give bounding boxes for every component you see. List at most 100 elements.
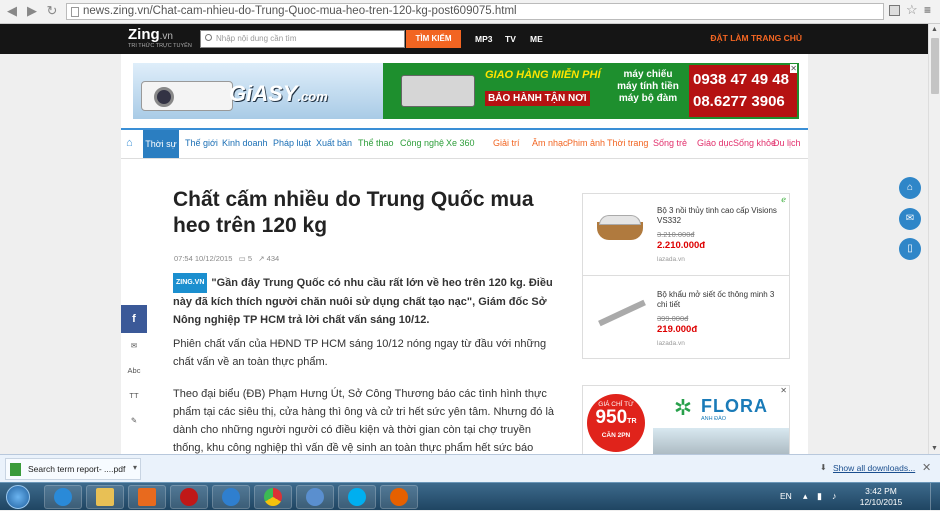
flora-price-value: 950 — [595, 407, 628, 428]
product-ad-item[interactable]: Bộ 3 nồi thủy tinh cao cấp Visions VS332… — [583, 194, 789, 276]
nav-item[interactable]: Giáo dục — [697, 138, 733, 148]
home-icon[interactable]: ⌂ — [126, 137, 133, 149]
email-share-icon[interactable]: ✉ — [121, 333, 147, 358]
source-badge: ZING.VN — [173, 273, 208, 293]
taskbar-skype[interactable] — [338, 485, 376, 509]
product-ad-item[interactable]: Bộ khẩu mở siết ốc thông minh 3 chi tiết… — [583, 278, 789, 360]
banner-ad[interactable]: GiASY.com GIAO HÀNG MIỄN PHÍ BẢO HÀNH TẬ… — [133, 63, 799, 119]
scroll-down-icon[interactable]: ▼ — [931, 445, 938, 452]
chevron-down-icon[interactable]: ▾ — [133, 463, 137, 472]
bookmark-star-icon[interactable]: ☆ — [906, 2, 918, 18]
edit-icon[interactable]: ✎ — [121, 408, 147, 433]
pot-image — [593, 212, 649, 246]
ad-close-icon[interactable]: ✕ — [780, 386, 787, 395]
sapo-text: "Gần đây Trung Quốc có nhu cầu rất lớn v… — [173, 277, 553, 326]
nav-item[interactable]: Xe 360 — [446, 138, 475, 148]
download-item[interactable]: Search term report- ....pdf ▾ — [5, 458, 141, 480]
search-button[interactable]: TÌM KIẾM — [406, 30, 461, 48]
tray-arrow-icon[interactable]: ▴ — [803, 491, 808, 502]
folder-icon — [96, 488, 114, 506]
mobile-float-icon[interactable]: ▯ — [899, 238, 921, 260]
nav-item[interactable]: Du lịch — [773, 138, 801, 148]
nav-item[interactable]: Giải trí — [493, 138, 520, 148]
network-icon[interactable]: ▮ — [817, 491, 822, 502]
back-icon[interactable]: ◀ — [4, 3, 20, 19]
nav-tv[interactable]: TV — [505, 34, 516, 44]
taskbar-media[interactable] — [128, 485, 166, 509]
banner-phone-2: 08.6277 3906 — [693, 93, 785, 110]
start-button[interactable] — [6, 485, 30, 509]
scroll-up-icon[interactable]: ▲ — [931, 26, 938, 33]
nav-item[interactable]: Thời trang — [607, 138, 648, 148]
download-arrow-icon: ⬇ — [820, 463, 827, 472]
nav-item[interactable]: Kinh doanh — [222, 138, 268, 148]
taskbar-explorer[interactable] — [86, 485, 124, 509]
flora-ad[interactable]: GIÁ CHỈ TỪ 950TR CĂN 2PN ✲ FLORA ANH ĐÀO… — [582, 385, 790, 455]
nav-item[interactable]: Sống trẻ — [653, 138, 687, 148]
windows-taskbar: EN ▴ ▮ ♪ 3:42 PM 12/10/2015 — [0, 482, 940, 511]
nav-item[interactable]: Sống khỏe — [733, 138, 776, 148]
nav-item[interactable]: Phim ảnh — [567, 138, 605, 148]
show-all-downloads-link[interactable]: Show all downloads... — [833, 463, 915, 473]
taskbar-ccleaner[interactable] — [212, 485, 250, 509]
ad-close-icon[interactable]: ✕ — [790, 64, 797, 73]
page-scrollbar[interactable]: ▲ ▼ — [928, 24, 940, 454]
site-logo[interactable]: Zing.vn TRI THỨC TRỰC TUYẾN — [128, 26, 192, 49]
search-icon — [205, 34, 212, 41]
share-bar: f ✉ Abc TT ✎ — [121, 305, 147, 435]
search-placeholder: Nhập nội dung cần tìm — [216, 34, 297, 43]
forward-icon[interactable]: ▶ — [24, 3, 40, 19]
nav-item[interactable]: Âm nhạc — [532, 138, 568, 148]
language-indicator[interactable]: EN — [780, 491, 792, 501]
taskbar-chrome[interactable] — [254, 485, 292, 509]
facebook-share-button[interactable]: f — [121, 305, 147, 333]
volume-icon[interactable]: ♪ — [832, 491, 837, 501]
product-name[interactable]: Bộ 3 nồi thủy tinh cao cấp Visions VS332 — [657, 206, 782, 226]
home-float-icon[interactable]: ⌂ — [899, 177, 921, 199]
flora-logo-icon: ✲ — [673, 395, 693, 420]
taskbar-ie[interactable] — [44, 485, 82, 509]
taskbar-app[interactable] — [170, 485, 208, 509]
tab-thoi-su[interactable]: Thời sự — [143, 130, 179, 158]
address-bar[interactable]: news.zing.vn/Chat-cam-nhieu-do-Trung-Quo… — [66, 3, 884, 20]
banner-promo-warranty: BẢO HÀNH TẬN NƠI — [485, 91, 590, 106]
font-size-button[interactable]: TT — [121, 383, 147, 408]
comment-count[interactable]: 5 — [248, 254, 252, 263]
nav-item[interactable]: Công nghệ — [400, 138, 444, 148]
nav-item[interactable]: Thế giới — [185, 138, 218, 148]
product-source: lazada.vn — [657, 340, 685, 347]
logo-tagline: TRI THỨC TRỰC TUYẾN — [128, 43, 192, 49]
product-name[interactable]: Bộ khẩu mở siết ốc thông minh 3 chi tiết — [657, 290, 782, 310]
search-input[interactable]: Nhập nội dung cần tìm — [200, 30, 405, 48]
skype-icon — [348, 488, 366, 506]
close-icon[interactable]: ✕ — [922, 461, 931, 474]
font-style-button[interactable]: Abc — [121, 358, 147, 383]
banner-product: máy chiếu — [623, 69, 673, 80]
article-title: Chất cấm nhiều do Trung Quốc mua heo trê… — [173, 188, 534, 237]
clock[interactable]: 3:42 PM 12/10/2015 — [853, 486, 909, 508]
menu-icon[interactable]: ≡ — [924, 3, 931, 17]
cleaner-icon — [222, 488, 240, 506]
scroll-thumb[interactable] — [931, 38, 939, 94]
nav-item[interactable]: Thể thao — [358, 138, 394, 148]
reload-icon[interactable]: ↻ — [44, 3, 60, 19]
show-desktop-button[interactable] — [930, 483, 940, 511]
nav-item[interactable]: Pháp luật — [273, 138, 311, 148]
banner-promo-free-delivery: GIAO HÀNG MIỄN PHÍ — [485, 69, 601, 81]
taskbar-firefox[interactable] — [380, 485, 418, 509]
mail-client-icon — [306, 488, 324, 506]
banner-products: máy chiếu máy tính tiền máy bộ đàm — [608, 69, 688, 105]
logo-text: Zing — [128, 26, 160, 43]
nav-mp3[interactable]: MP3 — [475, 34, 492, 44]
set-homepage-link[interactable]: ĐẶT LÀM TRANG CHỦ — [710, 33, 802, 43]
flora-price-badge: GIÁ CHỈ TỪ 950TR CĂN 2PN — [587, 394, 645, 452]
nav-me[interactable]: ME — [530, 34, 543, 44]
extension-icon[interactable] — [889, 5, 900, 16]
firefox-icon — [390, 488, 408, 506]
mail-float-icon[interactable]: ✉ — [899, 208, 921, 230]
download-bar: Search term report- ....pdf ▾ ⬇ Show all… — [0, 454, 940, 482]
banner-left: GiASY.com — [133, 63, 383, 119]
nav-item[interactable]: Xuất bản — [316, 138, 352, 148]
taskbar-thunderbird[interactable] — [296, 485, 334, 509]
product-old-price: 3.210.000đ — [657, 230, 695, 239]
